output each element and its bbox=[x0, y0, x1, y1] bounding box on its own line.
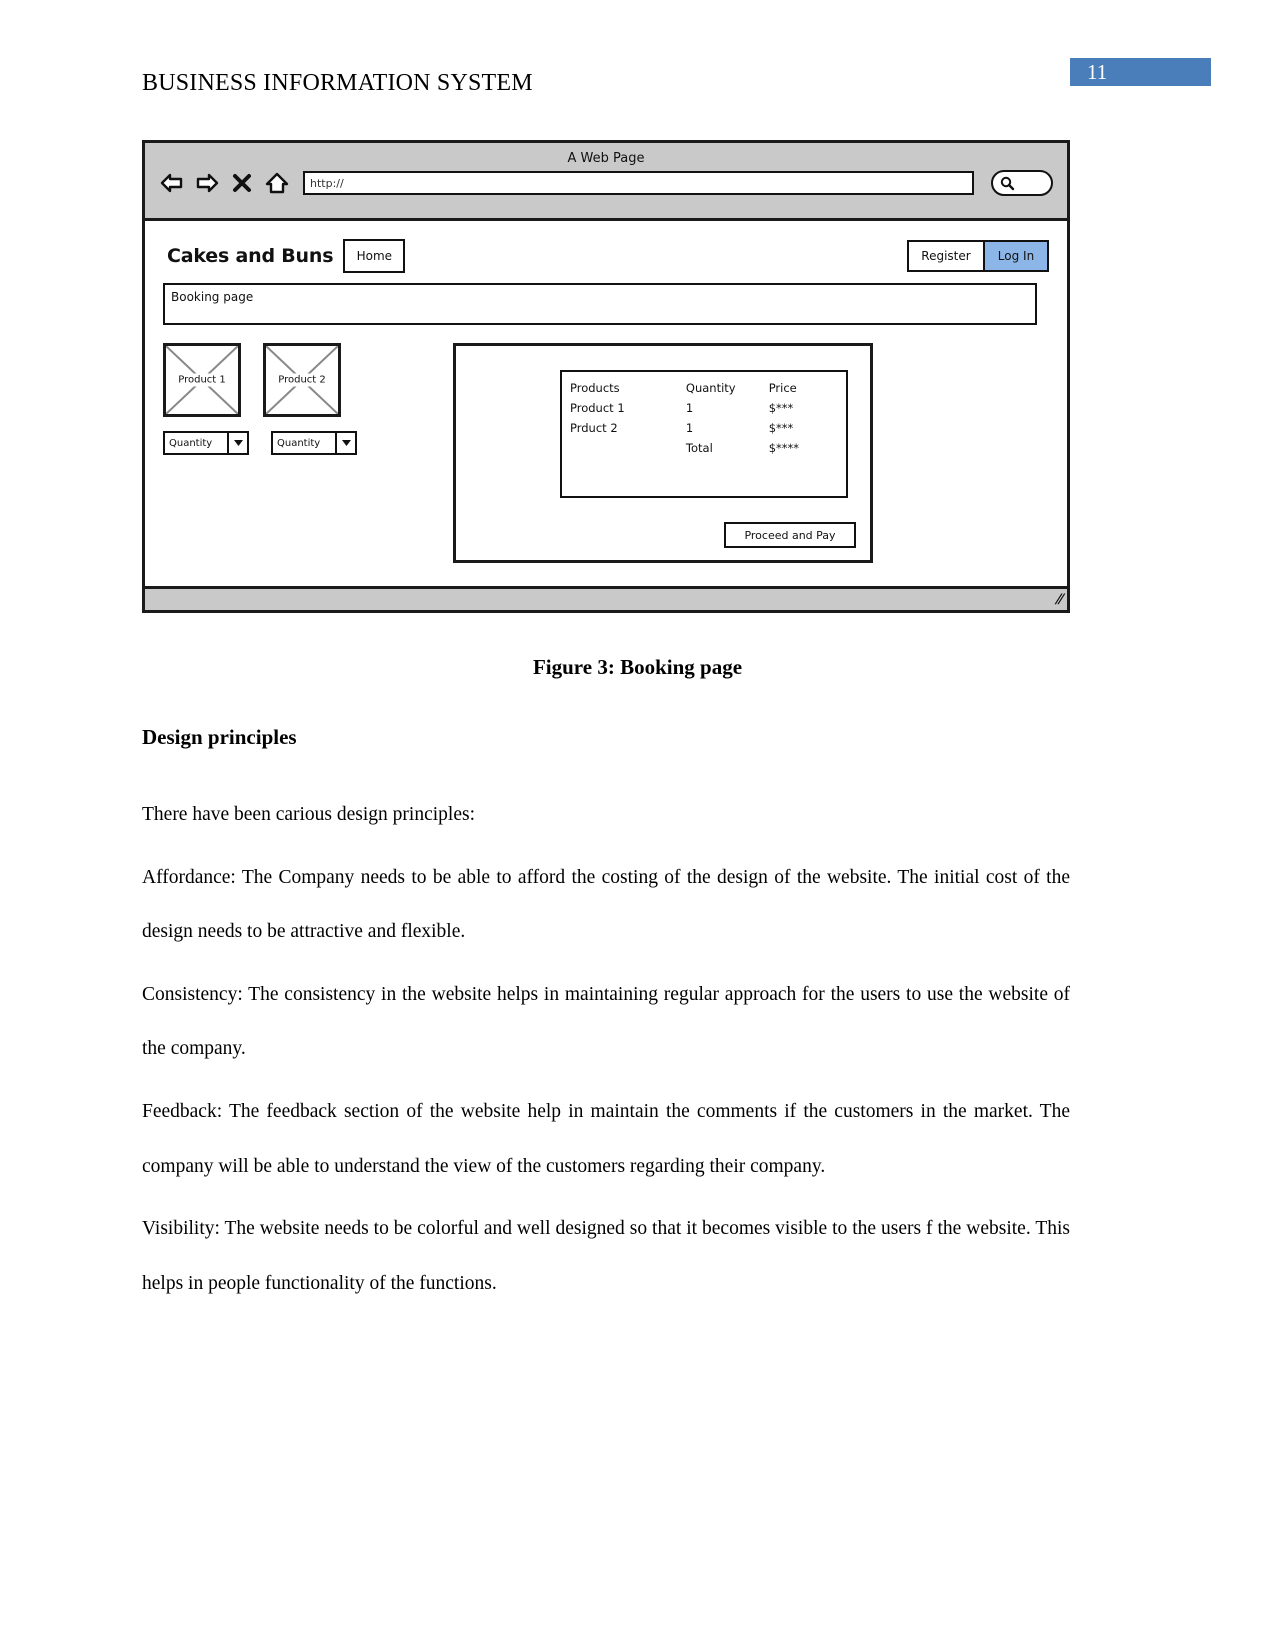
quantity-dropdown-label: Quantity bbox=[169, 437, 213, 449]
forward-arrow-icon[interactable] bbox=[194, 170, 220, 196]
product-image-label: Product 2 bbox=[276, 373, 328, 387]
cell-empty bbox=[570, 438, 686, 458]
paragraph-visibility: Visibility: The website needs to be colo… bbox=[142, 1218, 1070, 1294]
product-image-placeholder[interactable]: Product 1 bbox=[163, 343, 241, 417]
table-total-row: Total $**** bbox=[570, 438, 846, 458]
product-list: Product 1 Product 2 Quantity Quantity bbox=[163, 343, 357, 563]
table-header-row: Products Quantity Price bbox=[570, 378, 846, 398]
browser-chrome: A Web Page http:// bbox=[145, 143, 1067, 221]
url-input[interactable]: http:// bbox=[303, 171, 974, 195]
paragraph-intro: There have been carious design principle… bbox=[142, 804, 475, 825]
site-brand: Cakes and Buns bbox=[167, 245, 334, 267]
total-label: Total bbox=[685, 441, 713, 455]
order-summary-panel: Products Quantity Price Product 1 1 $***… bbox=[453, 343, 873, 563]
running-header: BUSINESS INFORMATION SYSTEM bbox=[142, 70, 533, 96]
column-header-price: Price bbox=[768, 381, 797, 395]
browser-status-bar: // bbox=[145, 586, 1067, 610]
page-number-badge: 11 bbox=[1070, 58, 1211, 86]
quantity-dropdown[interactable]: Quantity bbox=[163, 431, 249, 455]
home-icon[interactable] bbox=[264, 170, 290, 196]
search-input[interactable] bbox=[991, 170, 1053, 196]
cell-price: $*** bbox=[768, 421, 794, 435]
chevron-down-icon[interactable] bbox=[227, 433, 247, 453]
paragraph-feedback: Feedback: The feedback section of the we… bbox=[142, 1100, 1070, 1177]
proceed-and-pay-button[interactable]: Proceed and Pay bbox=[724, 522, 856, 548]
table-row: Product 1 1 $*** bbox=[570, 398, 846, 418]
booking-body: Product 1 Product 2 Quantity Quantity Pr… bbox=[145, 325, 1067, 563]
site-navbar: Cakes and Buns Home Register Log In bbox=[145, 221, 1067, 277]
browser-wireframe-figure: A Web Page http:// Cakes and Buns Home R… bbox=[142, 140, 1070, 613]
chevron-down-icon[interactable] bbox=[335, 433, 355, 453]
product-card: Product 1 bbox=[163, 343, 241, 417]
close-x-icon[interactable] bbox=[229, 170, 255, 196]
quantity-dropdown-label: Quantity bbox=[277, 437, 321, 449]
product-image-label: Product 1 bbox=[176, 373, 228, 387]
resize-grip-icon[interactable]: // bbox=[1053, 592, 1063, 607]
login-button[interactable]: Log In bbox=[985, 240, 1049, 272]
site-mockup: Cakes and Buns Home Register Log In Book… bbox=[145, 221, 1067, 613]
back-arrow-icon[interactable] bbox=[159, 170, 185, 196]
browser-window-title: A Web Page bbox=[567, 151, 645, 166]
paragraph-consistency: Consistency: The consistency in the webs… bbox=[142, 983, 1070, 1060]
search-icon bbox=[1000, 176, 1015, 191]
table-row: Prduct 2 1 $*** bbox=[570, 418, 846, 438]
product-card: Product 2 bbox=[263, 343, 341, 417]
page-title-banner: Booking page bbox=[163, 283, 1037, 325]
quantity-dropdown[interactable]: Quantity bbox=[271, 431, 357, 455]
column-header-products: Products bbox=[570, 381, 620, 395]
cell-quantity: 1 bbox=[685, 401, 694, 415]
product-image-placeholder[interactable]: Product 2 bbox=[263, 343, 341, 417]
cell-product-name: Product 1 bbox=[570, 401, 625, 415]
cell-quantity: 1 bbox=[685, 421, 694, 435]
nav-home-button[interactable]: Home bbox=[343, 239, 406, 273]
nav-auth-group: Register Log In bbox=[907, 240, 1049, 272]
register-button[interactable]: Register bbox=[907, 240, 985, 272]
body-content: Design principles There have been cariou… bbox=[142, 725, 1070, 1319]
paragraph-affordance: Affordance: The Company needs to be able… bbox=[142, 866, 1070, 943]
cell-product-name: Prduct 2 bbox=[570, 421, 618, 435]
section-heading: Design principles bbox=[142, 725, 297, 749]
total-value: $**** bbox=[768, 441, 800, 455]
order-summary-table: Products Quantity Price Product 1 1 $***… bbox=[560, 370, 848, 498]
cell-price: $*** bbox=[768, 401, 794, 415]
figure-caption: Figure 3: Booking page bbox=[532, 655, 743, 679]
column-header-quantity: Quantity bbox=[685, 381, 736, 395]
